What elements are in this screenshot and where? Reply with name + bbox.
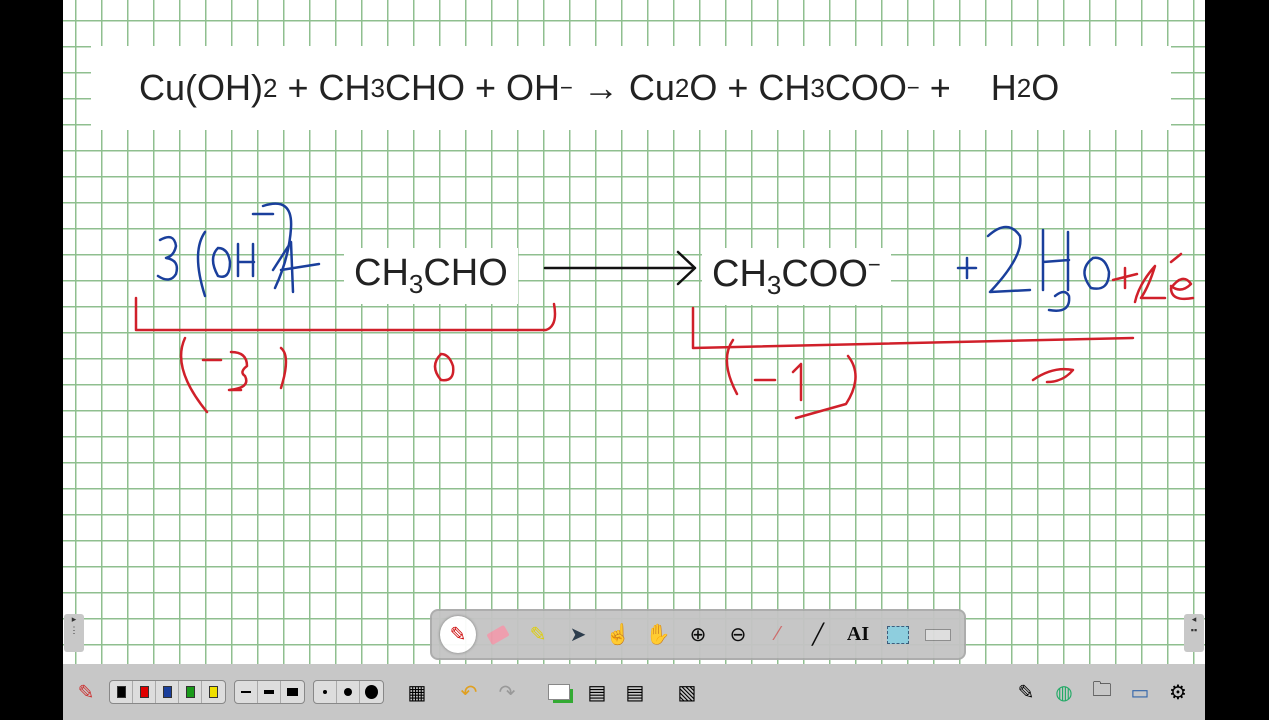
bottom-toolbar: ✎ ▦ ↶ ↷ ▤ ▤ ▧ ✎ ◍ 🗀 ▭ ⚙	[63, 664, 1205, 720]
eraser-tool-icon[interactable]	[480, 616, 516, 653]
line-tool-icon[interactable]: ╱	[800, 616, 836, 653]
clear-page-icon[interactable]: ▧	[672, 677, 702, 707]
color-green[interactable]	[179, 681, 202, 703]
laser-pointer-icon[interactable]: ⁄	[760, 616, 796, 653]
color-blue[interactable]	[156, 681, 179, 703]
zoom-in-icon[interactable]: ⊕	[680, 616, 716, 653]
desktop-mode-icon[interactable]: ▭	[1125, 677, 1155, 707]
size-small[interactable]	[314, 681, 337, 703]
width-medium[interactable]	[258, 681, 281, 703]
left-side-panel-toggle[interactable]: ▸ ⋮	[64, 614, 84, 652]
folder-icon[interactable]: 🗀	[1087, 677, 1117, 707]
next-page-icon[interactable]: ▤	[620, 677, 650, 707]
text-tool-icon[interactable]: AI	[840, 616, 876, 653]
width-thin[interactable]	[235, 681, 258, 703]
right-side-panel-toggle[interactable]: ◂ ▪▪	[1184, 614, 1204, 652]
arrow	[543, 250, 697, 286]
whiteboard-mode-icon[interactable]: ✎	[1011, 677, 1041, 707]
pan-hand-icon[interactable]: ✋	[640, 616, 676, 653]
color-palette	[109, 680, 226, 704]
pen-tool-icon[interactable]: ✎	[440, 616, 476, 653]
handwriting-layer	[134, 202, 1195, 420]
width-thick[interactable]	[281, 681, 304, 703]
new-page-icon[interactable]	[544, 677, 574, 707]
settings-gear-icon[interactable]: ⚙	[1163, 677, 1193, 707]
whiteboard-canvas[interactable]: Cu(OH) 2 + CH 3 CHO + OH − → Cu 2 O + CH 3 CO…	[63, 0, 1205, 664]
previous-page-icon[interactable]: ▤	[582, 677, 612, 707]
color-red[interactable]	[133, 681, 156, 703]
size-medium[interactable]	[337, 681, 360, 703]
redo-icon[interactable]: ↷	[492, 677, 522, 707]
line-width-group	[234, 680, 305, 704]
zoom-out-icon[interactable]: ⊖	[720, 616, 756, 653]
keyboard-icon[interactable]	[920, 616, 956, 653]
browser-globe-icon[interactable]: ◍	[1049, 677, 1079, 707]
undo-icon[interactable]: ↶	[454, 677, 484, 707]
screen-capture-icon[interactable]	[880, 616, 916, 653]
floating-toolbar: ✎ ✎ ➤ ☝ ✋ ⊕ ⊖ ⁄ ╱ AI	[430, 609, 966, 660]
select-tool-icon[interactable]: ➤	[560, 616, 596, 653]
highlighter-tool-icon[interactable]: ✎	[520, 616, 556, 653]
size-large[interactable]	[360, 681, 383, 703]
point-size-group	[313, 680, 384, 704]
red-ink	[134, 252, 1195, 420]
pen-settings-icon[interactable]: ✎	[71, 677, 101, 707]
background-grid-icon[interactable]: ▦	[402, 677, 432, 707]
pointer-tool-icon[interactable]: ☝	[600, 616, 636, 653]
color-yellow[interactable]	[202, 681, 225, 703]
color-black[interactable]	[110, 681, 133, 703]
blue-ink	[156, 202, 1111, 312]
